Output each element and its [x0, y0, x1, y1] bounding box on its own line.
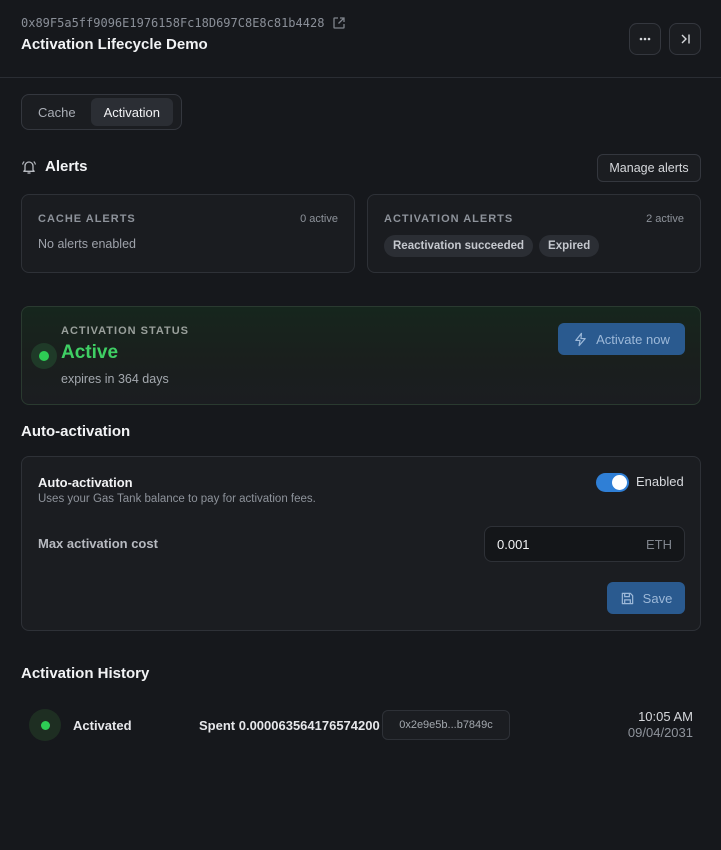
cache-alerts-empty: No alerts enabled [38, 237, 136, 251]
external-link-icon[interactable] [332, 16, 346, 30]
status-indicator [31, 343, 57, 369]
alerts-title: Alerts [45, 158, 88, 175]
auto-activation-card: Auto-activation Uses your Gas Tank balan… [21, 456, 701, 631]
status-expiry: expires in 364 days [61, 372, 169, 386]
tab-activation[interactable]: Activation [90, 98, 173, 126]
more-options-button[interactable] [629, 23, 661, 55]
history-time: 10:05 AM [638, 709, 693, 724]
alert-chip[interactable]: Expired [539, 235, 600, 257]
activate-now-label: Activate now [596, 331, 670, 347]
activation-history-title: Activation History [21, 665, 150, 682]
collapse-panel-icon [681, 34, 690, 44]
contract-address: 0x89F5a5ff9096E1976158Fc18D697C8E8c81b44… [21, 16, 325, 30]
toggle-label: Enabled [636, 474, 684, 489]
history-dot-icon [40, 720, 50, 730]
contract-header: 0x89F5a5ff9096E1976158Fc18D697C8E8c81b44… [0, 0, 721, 78]
activation-alerts-label: ACTIVATION ALERTS [384, 213, 514, 225]
activate-now-button[interactable]: Activate now [558, 323, 685, 355]
status-label: ACTIVATION STATUS [61, 325, 190, 337]
auto-activation-section-title: Auto-activation [21, 423, 131, 440]
history-date: 09/04/2031 [627, 725, 693, 740]
history-row: Activated Spent 0.000063564176574200 0x2… [21, 700, 701, 752]
history-tx-hash[interactable]: 0x2e9e5b...b7849c [382, 710, 510, 740]
cache-alerts-count: 0 active [300, 213, 338, 225]
alert-chip[interactable]: Reactivation succeeded [384, 235, 534, 257]
history-status-indicator [29, 709, 61, 741]
status-value: Active [61, 342, 119, 363]
max-cost-input[interactable]: 0.001 ETH [484, 526, 685, 562]
toggle-knob [612, 475, 627, 490]
history-spent: Spent 0.000063564176574200 [199, 718, 380, 733]
auto-activation-name: Auto-activation [38, 475, 133, 490]
save-label: Save [642, 590, 673, 606]
max-cost-value: 0.001 [497, 536, 530, 552]
address-row: 0x89F5a5ff9096E1976158Fc18D697C8E8c81b44… [21, 16, 346, 30]
save-button[interactable]: Save [607, 582, 685, 614]
alert-chip-row: Reactivation succeeded Expired [384, 235, 600, 257]
activation-status-card: ACTIVATION STATUS Active expires in 364 … [21, 306, 701, 405]
activation-alerts-card: ACTIVATION ALERTS 2 active Reactivation … [367, 194, 701, 273]
cache-alerts-card: CACHE ALERTS 0 active No alerts enabled [21, 194, 355, 273]
tab-cache[interactable]: Cache [25, 98, 89, 126]
history-event: Activated [73, 718, 132, 733]
bell-icon [21, 160, 37, 174]
view-tabs: Cache Activation [21, 94, 182, 130]
floppy-disk-icon [621, 592, 633, 604]
max-cost-unit: ETH [646, 536, 672, 552]
lightning-icon [575, 332, 586, 346]
activation-alerts-count: 2 active [646, 213, 684, 225]
auto-activation-description: Uses your Gas Tank balance to pay for ac… [38, 493, 316, 505]
manage-alerts-button[interactable]: Manage alerts [597, 154, 701, 182]
cache-alerts-label: CACHE ALERTS [38, 213, 136, 225]
contract-title: Activation Lifecycle Demo [21, 36, 208, 53]
auto-activation-toggle[interactable] [596, 473, 629, 492]
alerts-header: Alerts [21, 158, 88, 175]
status-dot-icon [39, 351, 49, 361]
more-horizontal-icon [639, 37, 651, 41]
collapse-panel-button[interactable] [669, 23, 701, 55]
max-cost-label: Max activation cost [38, 536, 158, 551]
